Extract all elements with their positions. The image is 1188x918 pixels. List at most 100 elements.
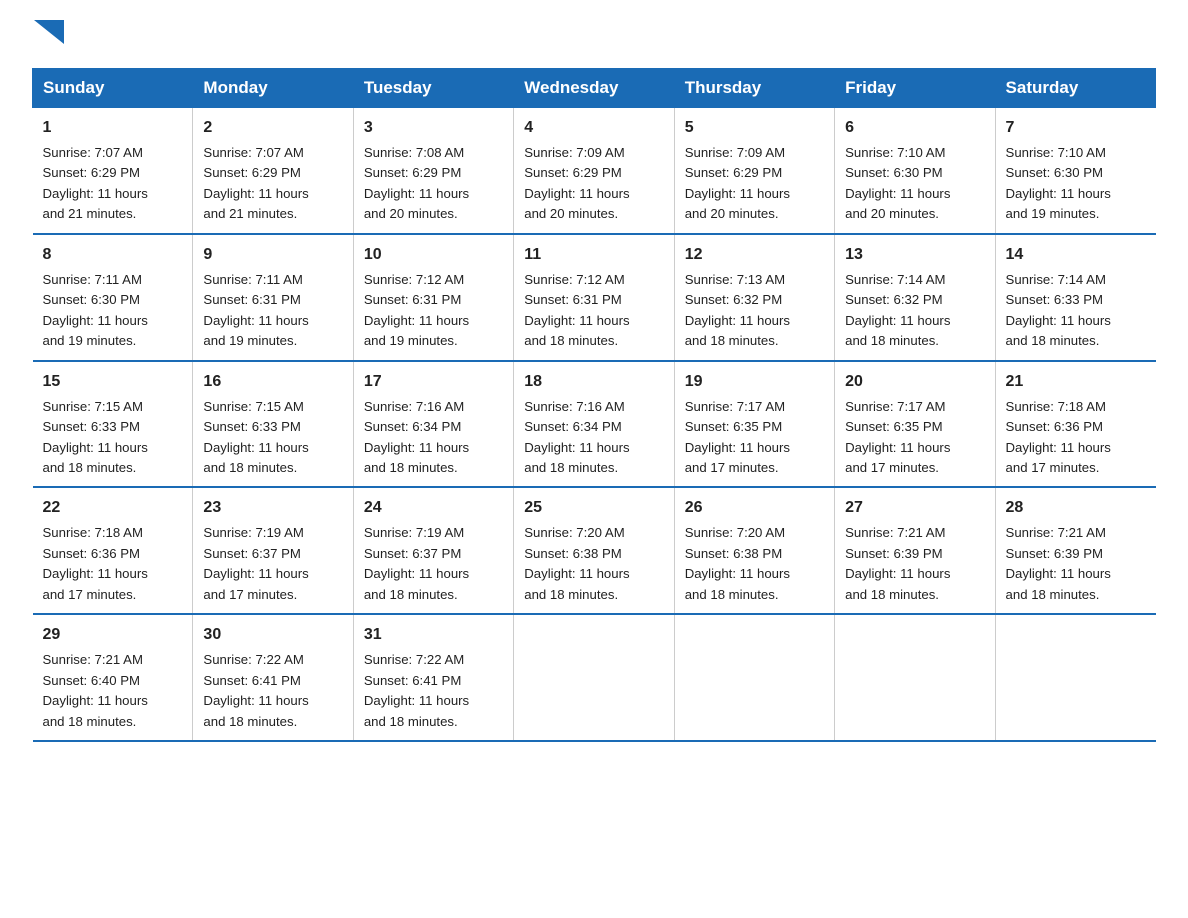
day-number: 26 <box>685 496 824 520</box>
day-info: Sunrise: 7:14 AM Sunset: 6:33 PM Dayligh… <box>1006 270 1146 352</box>
calendar-week-row: 1 Sunrise: 7:07 AM Sunset: 6:29 PM Dayli… <box>33 108 1156 234</box>
calendar-cell: 1 Sunrise: 7:07 AM Sunset: 6:29 PM Dayli… <box>33 108 193 234</box>
calendar-cell <box>835 614 995 741</box>
day-number: 2 <box>203 116 342 140</box>
day-number: 9 <box>203 243 342 267</box>
day-number: 1 <box>43 116 183 140</box>
day-number: 29 <box>43 623 183 647</box>
day-number: 19 <box>685 370 824 394</box>
calendar-cell: 5 Sunrise: 7:09 AM Sunset: 6:29 PM Dayli… <box>674 108 834 234</box>
header-thursday: Thursday <box>674 69 834 108</box>
day-info: Sunrise: 7:22 AM Sunset: 6:41 PM Dayligh… <box>203 650 342 732</box>
calendar-cell: 16 Sunrise: 7:15 AM Sunset: 6:33 PM Dayl… <box>193 361 353 488</box>
day-info: Sunrise: 7:08 AM Sunset: 6:29 PM Dayligh… <box>364 143 503 225</box>
day-number: 10 <box>364 243 503 267</box>
day-info: Sunrise: 7:10 AM Sunset: 6:30 PM Dayligh… <box>845 143 984 225</box>
calendar-week-row: 29 Sunrise: 7:21 AM Sunset: 6:40 PM Dayl… <box>33 614 1156 741</box>
day-info: Sunrise: 7:21 AM Sunset: 6:39 PM Dayligh… <box>1006 523 1146 605</box>
day-number: 8 <box>43 243 183 267</box>
day-number: 25 <box>524 496 663 520</box>
day-info: Sunrise: 7:14 AM Sunset: 6:32 PM Dayligh… <box>845 270 984 352</box>
calendar-cell: 15 Sunrise: 7:15 AM Sunset: 6:33 PM Dayl… <box>33 361 193 488</box>
logo-icon <box>34 20 64 50</box>
calendar-cell: 10 Sunrise: 7:12 AM Sunset: 6:31 PM Dayl… <box>353 234 513 361</box>
day-info: Sunrise: 7:16 AM Sunset: 6:34 PM Dayligh… <box>524 397 663 479</box>
calendar-cell: 7 Sunrise: 7:10 AM Sunset: 6:30 PM Dayli… <box>995 108 1155 234</box>
day-info: Sunrise: 7:13 AM Sunset: 6:32 PM Dayligh… <box>685 270 824 352</box>
day-info: Sunrise: 7:17 AM Sunset: 6:35 PM Dayligh… <box>845 397 984 479</box>
header-sunday: Sunday <box>33 69 193 108</box>
calendar-cell: 14 Sunrise: 7:14 AM Sunset: 6:33 PM Dayl… <box>995 234 1155 361</box>
calendar-cell: 26 Sunrise: 7:20 AM Sunset: 6:38 PM Dayl… <box>674 487 834 614</box>
calendar-cell: 23 Sunrise: 7:19 AM Sunset: 6:37 PM Dayl… <box>193 487 353 614</box>
calendar-cell: 28 Sunrise: 7:21 AM Sunset: 6:39 PM Dayl… <box>995 487 1155 614</box>
day-number: 20 <box>845 370 984 394</box>
day-info: Sunrise: 7:15 AM Sunset: 6:33 PM Dayligh… <box>203 397 342 479</box>
day-number: 30 <box>203 623 342 647</box>
day-info: Sunrise: 7:17 AM Sunset: 6:35 PM Dayligh… <box>685 397 824 479</box>
calendar-week-row: 22 Sunrise: 7:18 AM Sunset: 6:36 PM Dayl… <box>33 487 1156 614</box>
day-number: 22 <box>43 496 183 520</box>
day-number: 11 <box>524 243 663 267</box>
day-info: Sunrise: 7:20 AM Sunset: 6:38 PM Dayligh… <box>685 523 824 605</box>
day-number: 5 <box>685 116 824 140</box>
calendar-cell: 2 Sunrise: 7:07 AM Sunset: 6:29 PM Dayli… <box>193 108 353 234</box>
day-info: Sunrise: 7:22 AM Sunset: 6:41 PM Dayligh… <box>364 650 503 732</box>
calendar-table: SundayMondayTuesdayWednesdayThursdayFrid… <box>32 68 1156 742</box>
day-info: Sunrise: 7:09 AM Sunset: 6:29 PM Dayligh… <box>685 143 824 225</box>
calendar-cell: 25 Sunrise: 7:20 AM Sunset: 6:38 PM Dayl… <box>514 487 674 614</box>
calendar-cell: 24 Sunrise: 7:19 AM Sunset: 6:37 PM Dayl… <box>353 487 513 614</box>
day-number: 14 <box>1006 243 1146 267</box>
day-info: Sunrise: 7:16 AM Sunset: 6:34 PM Dayligh… <box>364 397 503 479</box>
calendar-cell: 8 Sunrise: 7:11 AM Sunset: 6:30 PM Dayli… <box>33 234 193 361</box>
day-info: Sunrise: 7:12 AM Sunset: 6:31 PM Dayligh… <box>524 270 663 352</box>
day-number: 27 <box>845 496 984 520</box>
day-number: 23 <box>203 496 342 520</box>
calendar-cell: 31 Sunrise: 7:22 AM Sunset: 6:41 PM Dayl… <box>353 614 513 741</box>
calendar-cell: 3 Sunrise: 7:08 AM Sunset: 6:29 PM Dayli… <box>353 108 513 234</box>
day-info: Sunrise: 7:20 AM Sunset: 6:38 PM Dayligh… <box>524 523 663 605</box>
calendar-week-row: 8 Sunrise: 7:11 AM Sunset: 6:30 PM Dayli… <box>33 234 1156 361</box>
page-header <box>32 24 1156 50</box>
day-number: 4 <box>524 116 663 140</box>
day-number: 3 <box>364 116 503 140</box>
day-number: 24 <box>364 496 503 520</box>
calendar-cell: 17 Sunrise: 7:16 AM Sunset: 6:34 PM Dayl… <box>353 361 513 488</box>
day-number: 21 <box>1006 370 1146 394</box>
calendar-cell <box>514 614 674 741</box>
day-info: Sunrise: 7:21 AM Sunset: 6:39 PM Dayligh… <box>845 523 984 605</box>
day-info: Sunrise: 7:11 AM Sunset: 6:30 PM Dayligh… <box>43 270 183 352</box>
calendar-header-row: SundayMondayTuesdayWednesdayThursdayFrid… <box>33 69 1156 108</box>
day-info: Sunrise: 7:15 AM Sunset: 6:33 PM Dayligh… <box>43 397 183 479</box>
calendar-cell: 29 Sunrise: 7:21 AM Sunset: 6:40 PM Dayl… <box>33 614 193 741</box>
day-number: 15 <box>43 370 183 394</box>
calendar-cell: 11 Sunrise: 7:12 AM Sunset: 6:31 PM Dayl… <box>514 234 674 361</box>
day-info: Sunrise: 7:11 AM Sunset: 6:31 PM Dayligh… <box>203 270 342 352</box>
day-number: 6 <box>845 116 984 140</box>
calendar-cell: 30 Sunrise: 7:22 AM Sunset: 6:41 PM Dayl… <box>193 614 353 741</box>
day-info: Sunrise: 7:09 AM Sunset: 6:29 PM Dayligh… <box>524 143 663 225</box>
calendar-cell: 12 Sunrise: 7:13 AM Sunset: 6:32 PM Dayl… <box>674 234 834 361</box>
header-tuesday: Tuesday <box>353 69 513 108</box>
day-number: 17 <box>364 370 503 394</box>
calendar-cell <box>995 614 1155 741</box>
calendar-cell: 22 Sunrise: 7:18 AM Sunset: 6:36 PM Dayl… <box>33 487 193 614</box>
header-monday: Monday <box>193 69 353 108</box>
calendar-cell: 9 Sunrise: 7:11 AM Sunset: 6:31 PM Dayli… <box>193 234 353 361</box>
header-friday: Friday <box>835 69 995 108</box>
day-info: Sunrise: 7:18 AM Sunset: 6:36 PM Dayligh… <box>43 523 183 605</box>
calendar-cell <box>674 614 834 741</box>
day-info: Sunrise: 7:21 AM Sunset: 6:40 PM Dayligh… <box>43 650 183 732</box>
calendar-cell: 18 Sunrise: 7:16 AM Sunset: 6:34 PM Dayl… <box>514 361 674 488</box>
day-number: 16 <box>203 370 342 394</box>
calendar-cell: 21 Sunrise: 7:18 AM Sunset: 6:36 PM Dayl… <box>995 361 1155 488</box>
header-saturday: Saturday <box>995 69 1155 108</box>
calendar-cell: 4 Sunrise: 7:09 AM Sunset: 6:29 PM Dayli… <box>514 108 674 234</box>
day-info: Sunrise: 7:19 AM Sunset: 6:37 PM Dayligh… <box>364 523 503 605</box>
logo <box>32 24 64 50</box>
day-info: Sunrise: 7:18 AM Sunset: 6:36 PM Dayligh… <box>1006 397 1146 479</box>
day-info: Sunrise: 7:19 AM Sunset: 6:37 PM Dayligh… <box>203 523 342 605</box>
day-number: 31 <box>364 623 503 647</box>
calendar-cell: 6 Sunrise: 7:10 AM Sunset: 6:30 PM Dayli… <box>835 108 995 234</box>
calendar-cell: 27 Sunrise: 7:21 AM Sunset: 6:39 PM Dayl… <box>835 487 995 614</box>
